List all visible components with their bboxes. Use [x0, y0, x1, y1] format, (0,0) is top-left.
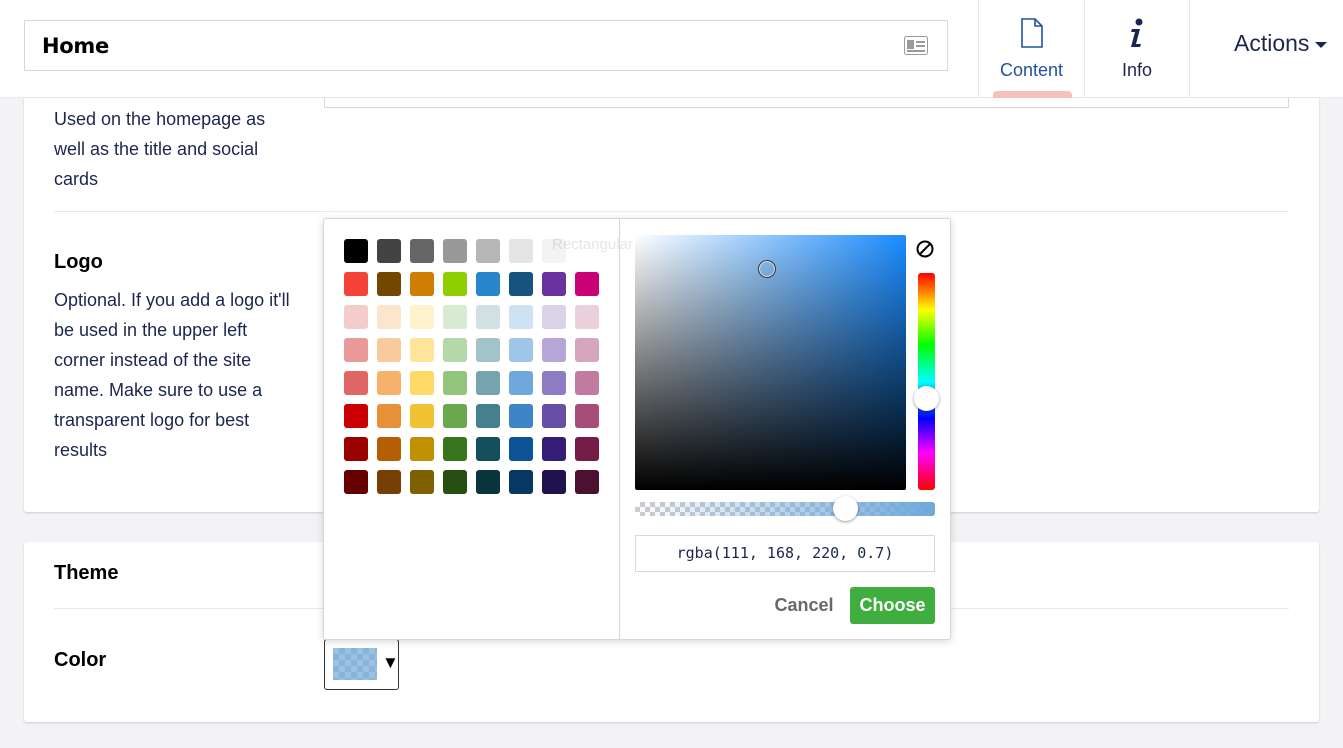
palette-swatch[interactable] — [542, 371, 566, 395]
color-palette — [324, 219, 620, 639]
color-value-input[interactable]: rgba(111, 168, 220, 0.7) — [635, 535, 935, 572]
cancel-button[interactable]: Cancel — [765, 587, 843, 624]
palette-swatch[interactable] — [344, 437, 368, 461]
no-color-icon[interactable] — [916, 240, 934, 258]
palette-swatch[interactable] — [476, 404, 500, 428]
palette-swatch[interactable] — [509, 470, 533, 494]
palette-swatch[interactable] — [509, 404, 533, 428]
palette-swatch[interactable] — [344, 371, 368, 395]
palette-swatch[interactable] — [476, 239, 500, 263]
palette-swatch[interactable] — [443, 470, 467, 494]
palette-swatch[interactable] — [377, 272, 401, 296]
palette-swatch[interactable] — [575, 470, 599, 494]
color-label: Color — [54, 649, 107, 671]
actions-dropdown[interactable]: Actions — [1234, 30, 1328, 57]
tab-content[interactable]: Content — [978, 0, 1084, 98]
palette-swatch[interactable] — [575, 272, 599, 296]
palette-swatch[interactable] — [575, 404, 599, 428]
palette-swatch[interactable] — [575, 371, 599, 395]
palette-swatch[interactable] — [377, 404, 401, 428]
alpha-slider-handle[interactable] — [832, 496, 858, 521]
hue-slider-handle[interactable] — [914, 386, 939, 411]
document-icon — [1020, 18, 1043, 48]
palette-swatch[interactable] — [410, 371, 434, 395]
palette-swatch[interactable] — [509, 437, 533, 461]
palette-swatch[interactable] — [476, 338, 500, 362]
palette-swatch[interactable] — [410, 404, 434, 428]
palette-swatch[interactable] — [377, 371, 401, 395]
logo-description: Optional. If you add a logo it'll be use… — [54, 290, 290, 460]
palette-swatch[interactable] — [344, 272, 368, 296]
palette-swatch[interactable] — [476, 470, 500, 494]
palette-swatch[interactable] — [542, 437, 566, 461]
theme-heading: Theme — [54, 562, 119, 584]
palette-swatch[interactable] — [443, 272, 467, 296]
active-tab-indicator — [993, 91, 1072, 98]
palette-swatch[interactable] — [575, 305, 599, 329]
palette-swatch[interactable] — [410, 437, 434, 461]
palette-swatch[interactable] — [575, 338, 599, 362]
palette-swatch[interactable] — [443, 239, 467, 263]
palette-swatch[interactable] — [377, 437, 401, 461]
palette-swatch[interactable] — [344, 404, 368, 428]
palette-swatch[interactable] — [344, 305, 368, 329]
palette-swatch[interactable] — [443, 305, 467, 329]
alpha-slider[interactable] — [635, 502, 935, 516]
palette-swatch[interactable] — [344, 470, 368, 494]
page-name-field[interactable]: Home — [24, 20, 948, 71]
palette-swatch[interactable] — [542, 272, 566, 296]
palette-swatch[interactable] — [410, 338, 434, 362]
palette-swatch[interactable] — [410, 305, 434, 329]
palette-swatch[interactable] — [344, 239, 368, 263]
palette-swatch[interactable] — [509, 305, 533, 329]
color-swatch-chip — [333, 648, 377, 680]
palette-swatch[interactable] — [410, 470, 434, 494]
id-card-icon — [904, 36, 928, 55]
palette-swatch[interactable] — [575, 437, 599, 461]
palette-swatch[interactable] — [509, 239, 533, 263]
palette-swatch[interactable] — [410, 272, 434, 296]
color-picker-popup: Rectangular Snip rgba(111, 168, 220, 0.7… — [323, 218, 951, 640]
palette-swatch[interactable] — [509, 338, 533, 362]
page-name[interactable]: Home — [42, 34, 109, 58]
palette-swatch[interactable] — [542, 470, 566, 494]
palette-swatch[interactable] — [377, 338, 401, 362]
logo-label: Logo — [54, 251, 103, 273]
palette-swatch[interactable] — [542, 305, 566, 329]
palette-swatch[interactable] — [476, 371, 500, 395]
color-swatch-button[interactable]: ▼ — [324, 639, 399, 690]
caret-down-icon — [1315, 41, 1328, 48]
palette-swatch[interactable] — [476, 305, 500, 329]
tab-content-label: Content — [999, 60, 1064, 80]
palette-swatch[interactable] — [443, 437, 467, 461]
palette-swatch[interactable] — [443, 338, 467, 362]
editor-header: Home Content Info Actions — [0, 0, 1343, 98]
palette-swatch[interactable] — [344, 338, 368, 362]
palette-swatch[interactable] — [542, 404, 566, 428]
hue-slider[interactable] — [918, 273, 935, 490]
palette-swatch[interactable] — [410, 239, 434, 263]
site-name-description: Used on the homepage as well as the titl… — [54, 109, 266, 189]
palette-swatch[interactable] — [443, 404, 467, 428]
choose-button[interactable]: Choose — [850, 587, 935, 624]
palette-swatch[interactable] — [377, 239, 401, 263]
site-name-input[interactable] — [324, 98, 1289, 108]
palette-swatch[interactable] — [509, 371, 533, 395]
actions-label: Actions — [1234, 30, 1310, 56]
tab-info-label: Info — [1121, 60, 1153, 80]
palette-swatch[interactable] — [476, 437, 500, 461]
palette-swatch[interactable] — [443, 371, 467, 395]
saturation-handle[interactable] — [758, 260, 776, 278]
info-icon — [1131, 18, 1143, 47]
tab-info[interactable]: Info — [1084, 0, 1190, 98]
palette-swatch[interactable] — [377, 470, 401, 494]
palette-swatch[interactable] — [377, 305, 401, 329]
palette-swatch[interactable] — [542, 338, 566, 362]
palette-swatch[interactable] — [476, 272, 500, 296]
dropdown-arrow-icon: ▼ — [382, 653, 399, 672]
palette-swatch[interactable] — [509, 272, 533, 296]
divider — [54, 211, 1289, 212]
